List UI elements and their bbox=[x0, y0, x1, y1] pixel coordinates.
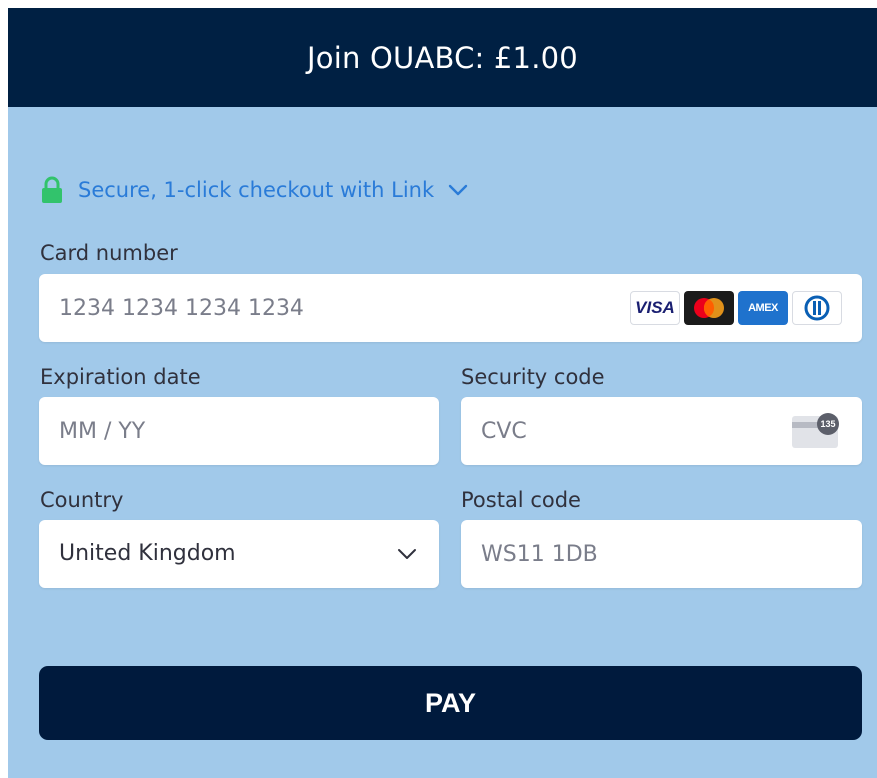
security-code-field: 135 bbox=[461, 397, 862, 465]
payment-form: Secure, 1-click checkout with Link Card … bbox=[8, 107, 877, 778]
chevron-down-icon bbox=[448, 184, 468, 196]
lock-icon bbox=[42, 176, 62, 203]
expiration-input[interactable] bbox=[59, 397, 419, 465]
chevron-down-icon bbox=[398, 549, 416, 559]
card-brands: VISA AMEX bbox=[630, 291, 842, 325]
mastercard-icon bbox=[684, 291, 734, 325]
checkout-title: Join OUABC: £1.00 bbox=[307, 40, 578, 75]
cvc-badge: 135 bbox=[817, 413, 839, 435]
amex-icon: AMEX bbox=[738, 291, 788, 325]
checkout-header: Join OUABC: £1.00 bbox=[8, 8, 877, 107]
expiration-label: Expiration date bbox=[40, 365, 201, 389]
diners-club-icon bbox=[792, 291, 842, 325]
country-select[interactable]: United Kingdom bbox=[39, 520, 439, 588]
card-number-input[interactable] bbox=[59, 274, 599, 342]
card-number-label: Card number bbox=[40, 241, 178, 265]
postal-code-field bbox=[461, 520, 862, 588]
security-code-input[interactable] bbox=[481, 397, 781, 465]
postal-code-input[interactable] bbox=[481, 520, 841, 588]
postal-code-label: Postal code bbox=[461, 488, 581, 512]
pay-button[interactable]: PAY bbox=[39, 666, 862, 740]
card-number-field: VISA AMEX bbox=[39, 274, 862, 342]
visa-icon: VISA bbox=[630, 291, 680, 325]
expiration-field bbox=[39, 397, 439, 465]
cvc-card-icon: 135 bbox=[792, 413, 840, 449]
link-checkout-toggle[interactable]: Secure, 1-click checkout with Link bbox=[40, 173, 468, 207]
country-label: Country bbox=[40, 488, 124, 512]
security-code-label: Security code bbox=[461, 365, 605, 389]
country-value: United Kingdom bbox=[59, 541, 236, 566]
link-checkout-text: Secure, 1-click checkout with Link bbox=[78, 178, 435, 202]
payment-frame: Join OUABC: £1.00 Secure, 1-click checko… bbox=[8, 8, 877, 778]
